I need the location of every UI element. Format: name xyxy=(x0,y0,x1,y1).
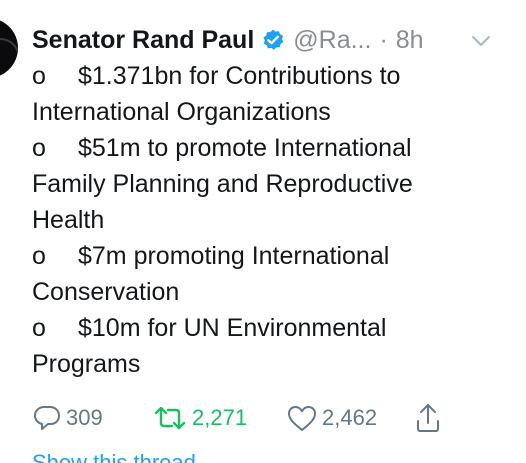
tweet-header: Senator Rand Paul @Ra... · 8h xyxy=(32,22,522,58)
line-text: $51m to promote International xyxy=(78,134,412,162)
show-thread-link[interactable]: Show this thread xyxy=(32,452,262,463)
like-count: 2,462 xyxy=(322,405,378,430)
reply-count: 309 xyxy=(66,405,103,430)
line-text: International Organizations xyxy=(32,98,331,126)
tweet-line: o $51m to promote International xyxy=(32,130,512,166)
avatar-image xyxy=(0,38,18,78)
verified-badge-icon xyxy=(261,28,285,52)
bullet-marker: o xyxy=(32,242,46,270)
like-button[interactable]: 2,462 xyxy=(286,403,406,433)
tweet-line: Family Planning and Reproductive xyxy=(32,166,512,202)
show-thread-label: Show this thread xyxy=(32,452,262,463)
retweet-count: 2,271 xyxy=(192,405,248,430)
tweet-actions: 309 2,271 2,462 xyxy=(32,398,442,438)
retweet-icon xyxy=(152,403,188,433)
line-text: $1.371bn for Contributions to xyxy=(78,62,401,90)
bullet-marker: o xyxy=(32,134,46,162)
tweet-line: o $7m promoting International xyxy=(32,238,512,274)
bullet-marker: o xyxy=(32,62,46,90)
line-text: Family Planning and Reproductive xyxy=(32,170,413,198)
reply-button[interactable]: 309 xyxy=(32,403,116,433)
tweet-card[interactable]: Senator Rand Paul @Ra... · 8h o $1.371bn … xyxy=(0,0,526,463)
tweet-timestamp[interactable]: 8h xyxy=(396,26,424,55)
chevron-down-icon[interactable] xyxy=(470,30,492,52)
share-icon xyxy=(414,402,442,434)
line-text: Conservation xyxy=(32,278,180,306)
tweet-line: Conservation xyxy=(32,274,512,310)
separator-dot: · xyxy=(379,25,388,54)
heart-icon xyxy=(286,403,318,433)
author-name[interactable]: Senator Rand Paul xyxy=(32,26,254,55)
line-text: Health xyxy=(32,206,105,234)
avatar[interactable] xyxy=(0,18,18,78)
tweet-line: International Organizations xyxy=(32,94,512,130)
line-text: $7m promoting International xyxy=(78,242,390,270)
tweet-line: Programs xyxy=(32,346,512,382)
reply-icon xyxy=(32,403,62,433)
retweet-button[interactable]: 2,271 xyxy=(152,403,280,433)
tweet-line: o $10m for UN Environmental xyxy=(32,310,512,346)
tweet-line: Health xyxy=(32,202,512,238)
tweet-text: o $1.371bn for Contributions to Internati… xyxy=(32,58,512,382)
line-text: $10m for UN Environmental xyxy=(78,314,387,342)
line-text: Programs xyxy=(32,350,141,378)
bullet-marker: o xyxy=(32,314,46,342)
tweet-line: o $1.371bn for Contributions to xyxy=(32,58,512,94)
author-handle[interactable]: @Ra... xyxy=(293,26,371,55)
share-button[interactable] xyxy=(414,402,442,434)
